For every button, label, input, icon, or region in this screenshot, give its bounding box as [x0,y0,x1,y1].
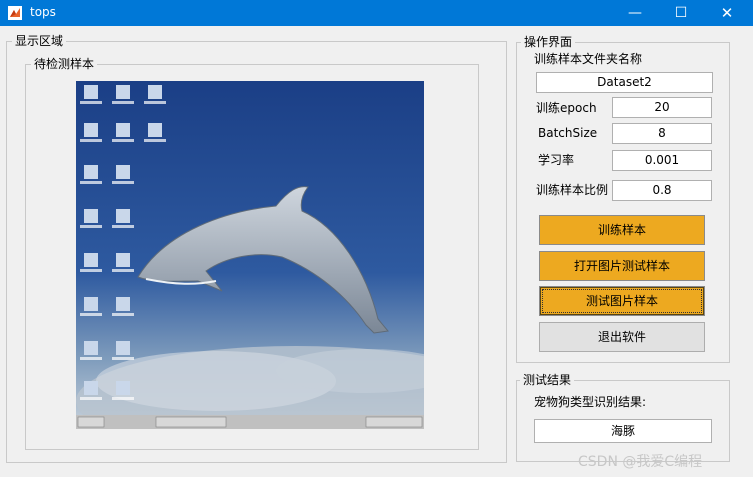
exit-button[interactable]: 退出软件 [539,322,705,352]
batch-size-label: BatchSize [538,126,598,140]
display-area-title: 显示区域 [12,34,67,48]
train-button[interactable]: 训练样本 [539,215,705,245]
sample-image [76,81,424,429]
folder-label: 训练样本文件夹名称 [534,52,643,66]
test-image-button[interactable]: 测试图片样本 [539,286,705,316]
result-output: 海豚 [534,419,712,443]
close-button[interactable]: ✕ [704,0,750,26]
matlab-app-icon [8,6,22,20]
batch-size-input[interactable]: 8 [612,123,712,144]
operation-title: 操作界面 [521,35,576,49]
train-ratio-input[interactable]: 0.8 [612,180,712,201]
train-ratio-label: 训练样本比例 [536,183,609,197]
learning-rate-input[interactable]: 0.001 [612,150,712,171]
sample-panel-title: 待检测样本 [31,57,98,71]
maximize-button[interactable]: ☐ [658,0,704,26]
result-label: 宠物狗类型识别结果: [534,395,647,409]
open-test-image-button[interactable]: 打开图片测试样本 [539,251,705,281]
window-titlebar[interactable]: tops — ☐ ✕ [0,0,753,26]
epoch-input[interactable]: 20 [612,97,712,118]
learning-rate-label: 学习率 [538,153,575,167]
window-title: tops [30,5,56,19]
folder-input[interactable]: Dataset2 [536,72,713,93]
csdn-watermark: CSDN @我爱C编程 [578,454,703,470]
result-title: 测试结果 [520,373,575,387]
epoch-label: 训练epoch [536,101,597,115]
minimize-button[interactable]: — [612,0,658,26]
